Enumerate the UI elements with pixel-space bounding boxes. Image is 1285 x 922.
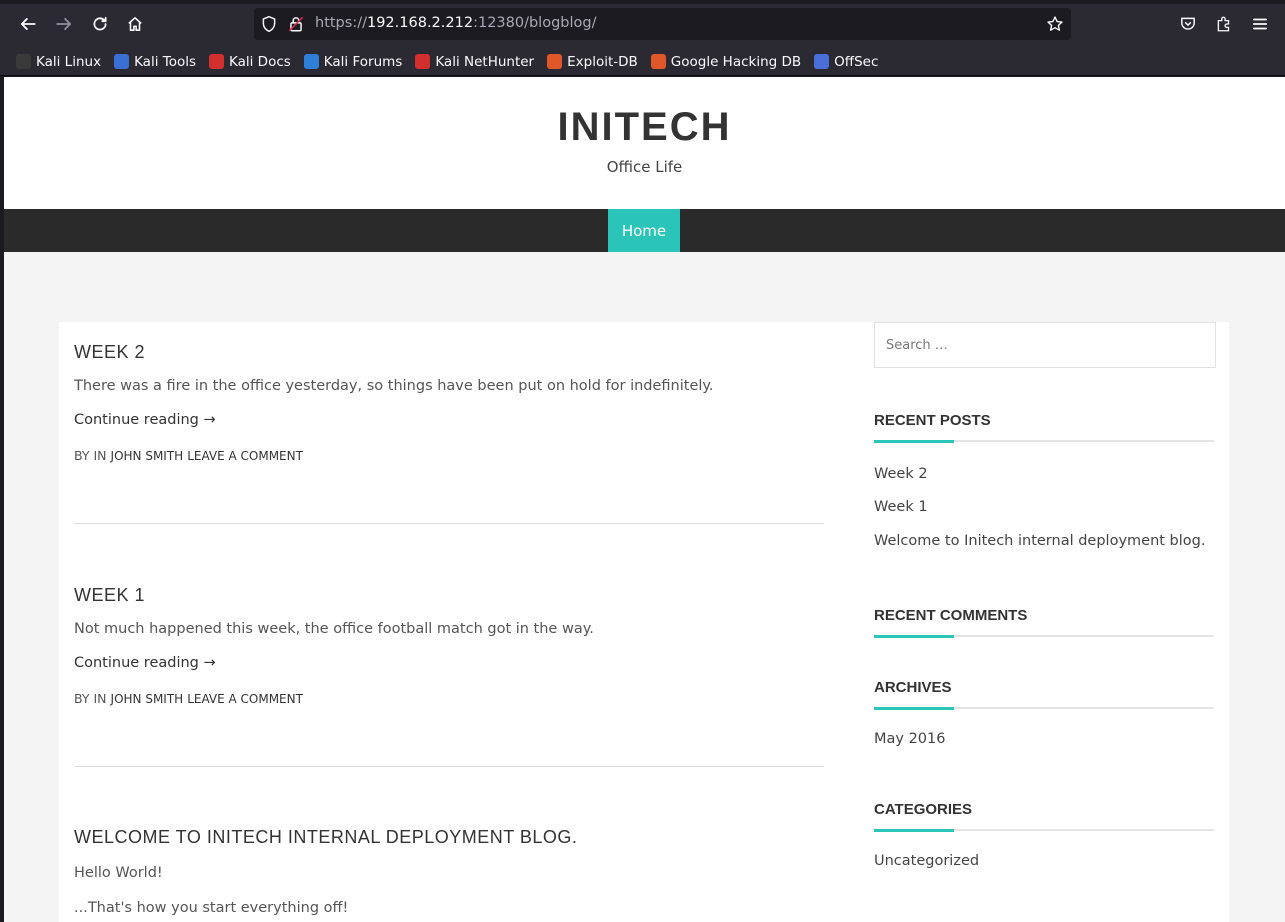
home-button[interactable]: [121, 10, 149, 38]
forward-arrow-icon: [56, 18, 72, 30]
shield-icon[interactable]: [260, 15, 278, 33]
post-meta: BY IN JOHN SMITH LEAVE A COMMENT: [74, 448, 824, 463]
leave-comment-link[interactable]: LEAVE A COMMENT: [187, 449, 303, 463]
meta-prefix: BY IN: [74, 448, 107, 463]
bookmark-label: OffSec: [834, 53, 879, 70]
widget-divider: [874, 635, 1214, 638]
offsec-icon: [814, 54, 830, 69]
post-excerpt: Not much happened this week, the office …: [74, 621, 594, 637]
category-link[interactable]: Uncategorized: [874, 853, 1214, 869]
categories-widget: CATEGORIES Uncategorized: [874, 801, 1214, 869]
back-arrow-icon: [20, 18, 36, 30]
post-excerpt: There was a fire in the office yesterday…: [74, 378, 714, 394]
bookmarks-bar: Kali Linux Kali Tools Kali Docs Kali For…: [0, 48, 1285, 76]
continue-reading-link[interactable]: Continue reading →: [74, 412, 824, 428]
url-scheme: https://: [315, 15, 367, 31]
post-divider: [74, 766, 824, 767]
widget-divider: [874, 440, 1214, 443]
recent-posts-widget: RECENT POSTS Week 2 Week 1 Welcome to In…: [874, 412, 1214, 549]
insecure-lock-icon[interactable]: [287, 15, 305, 33]
url-host: 192.168.2.212: [366, 15, 474, 31]
web-page: INITECH Office Life Home WEEK 2 There wa…: [4, 77, 1285, 922]
widget-divider: [874, 829, 1214, 832]
kali-tools-icon: [114, 54, 130, 69]
kali-linux-icon: [16, 54, 31, 69]
back-button[interactable]: [14, 10, 42, 38]
archive-link[interactable]: May 2016: [874, 731, 1214, 747]
bookmark-offsec[interactable]: OffSec: [814, 54, 878, 70]
extensions-button[interactable]: [1210, 10, 1238, 38]
bookmark-label: Kali Tools: [134, 53, 196, 70]
post-welcome: WELCOME TO INITECH INTERNAL DEPLOYMENT B…: [74, 827, 824, 916]
recent-post-link[interactable]: Week 1: [874, 499, 1214, 515]
bookmark-kali-linux[interactable]: Kali Linux: [16, 54, 101, 70]
home-icon: [128, 17, 142, 31]
post-title[interactable]: WEEK 2: [74, 342, 824, 363]
author-link[interactable]: JOHN SMITH: [111, 449, 184, 463]
pocket-icon: [1181, 17, 1195, 30]
google-hacking-db-icon: [650, 54, 666, 69]
recent-post-link[interactable]: Welcome to Initech internal deployment b…: [874, 533, 1214, 549]
site-title[interactable]: INITECH: [4, 105, 1285, 150]
bookmark-label: Kali Docs: [229, 53, 291, 70]
post-title[interactable]: WEEK 1: [74, 585, 824, 606]
content-area: WEEK 2 There was a fire in the office ye…: [59, 322, 1229, 922]
meta-prefix: BY IN: [74, 691, 107, 706]
browser-toolbar: https://192.168.2.212:12380/blogblog/: [0, 0, 1285, 48]
recent-post-link[interactable]: Week 2: [874, 466, 1214, 482]
bookmark-exploit-db[interactable]: Exploit-DB: [547, 54, 638, 70]
reload-button[interactable]: [86, 10, 114, 38]
site-description: Office Life: [606, 158, 683, 176]
kali-docs-icon: [209, 54, 224, 69]
bookmark-label: Kali Linux: [36, 53, 102, 70]
post-week-2: WEEK 2 There was a fire in the office ye…: [74, 342, 824, 463]
post-body-line: ...That's how you start everything off!: [74, 900, 349, 916]
post-week-1: WEEK 1 Not much happened this week, the …: [74, 585, 824, 706]
widget-title: RECENT COMMENTS: [874, 607, 1028, 624]
bookmark-kali-docs[interactable]: Kali Docs: [209, 54, 291, 70]
search-input[interactable]: Search …: [874, 322, 1216, 368]
bookmark-star-icon[interactable]: [1046, 15, 1064, 33]
bookmark-label: Exploit-DB: [567, 53, 638, 70]
search-placeholder: Search …: [886, 338, 948, 353]
author-link[interactable]: JOHN SMITH: [111, 692, 184, 706]
widget-title: ARCHIVES: [874, 679, 952, 696]
post-meta: BY IN JOHN SMITH LEAVE A COMMENT: [74, 691, 824, 706]
bookmark-kali-tools[interactable]: Kali Tools: [114, 54, 196, 70]
widget-divider: [874, 707, 1214, 710]
hamburger-menu-icon: [1252, 18, 1268, 30]
address-bar[interactable]: https://192.168.2.212:12380/blogblog/: [254, 8, 1071, 40]
bookmark-kali-nethunter[interactable]: Kali NetHunter: [415, 54, 534, 70]
bookmark-kali-forums[interactable]: Kali Forums: [303, 53, 403, 70]
site-header: INITECH Office Life: [4, 77, 1285, 209]
bookmark-google-hacking-db[interactable]: Google Hacking DB: [650, 53, 802, 70]
bookmark-label: Kali NetHunter: [435, 53, 535, 70]
kali-forums-icon: [303, 54, 319, 69]
kali-nethunter-icon: [415, 54, 431, 69]
widget-title: RECENT POSTS: [874, 412, 991, 429]
puzzle-icon: [1217, 16, 1230, 32]
main-navigation: Home: [4, 209, 1285, 252]
menu-button[interactable]: [1246, 10, 1274, 38]
post-title[interactable]: WELCOME TO INITECH INTERNAL DEPLOYMENT B…: [74, 827, 824, 848]
archives-widget: ARCHIVES May 2016: [874, 679, 1214, 747]
widget-title: CATEGORIES: [874, 801, 973, 818]
url-text[interactable]: https://192.168.2.212:12380/blogblog/: [315, 15, 596, 31]
url-path: :12380/blogblog/: [473, 15, 597, 31]
reload-icon: [93, 16, 107, 31]
tab-strip: [0, 0, 1285, 4]
forward-button[interactable]: [50, 10, 78, 38]
bookmark-label: Google Hacking DB: [670, 53, 802, 70]
exploit-db-icon: [547, 54, 563, 69]
nav-home-link[interactable]: Home: [608, 209, 680, 252]
recent-comments-widget: RECENT COMMENTS: [874, 607, 1214, 638]
post-body-line: Hello World!: [74, 865, 163, 881]
continue-reading-link[interactable]: Continue reading →: [74, 655, 824, 671]
post-divider: [74, 523, 824, 524]
leave-comment-link[interactable]: LEAVE A COMMENT: [187, 692, 303, 706]
bookmark-label: Kali Forums: [323, 53, 403, 70]
pocket-button[interactable]: [1174, 10, 1202, 38]
